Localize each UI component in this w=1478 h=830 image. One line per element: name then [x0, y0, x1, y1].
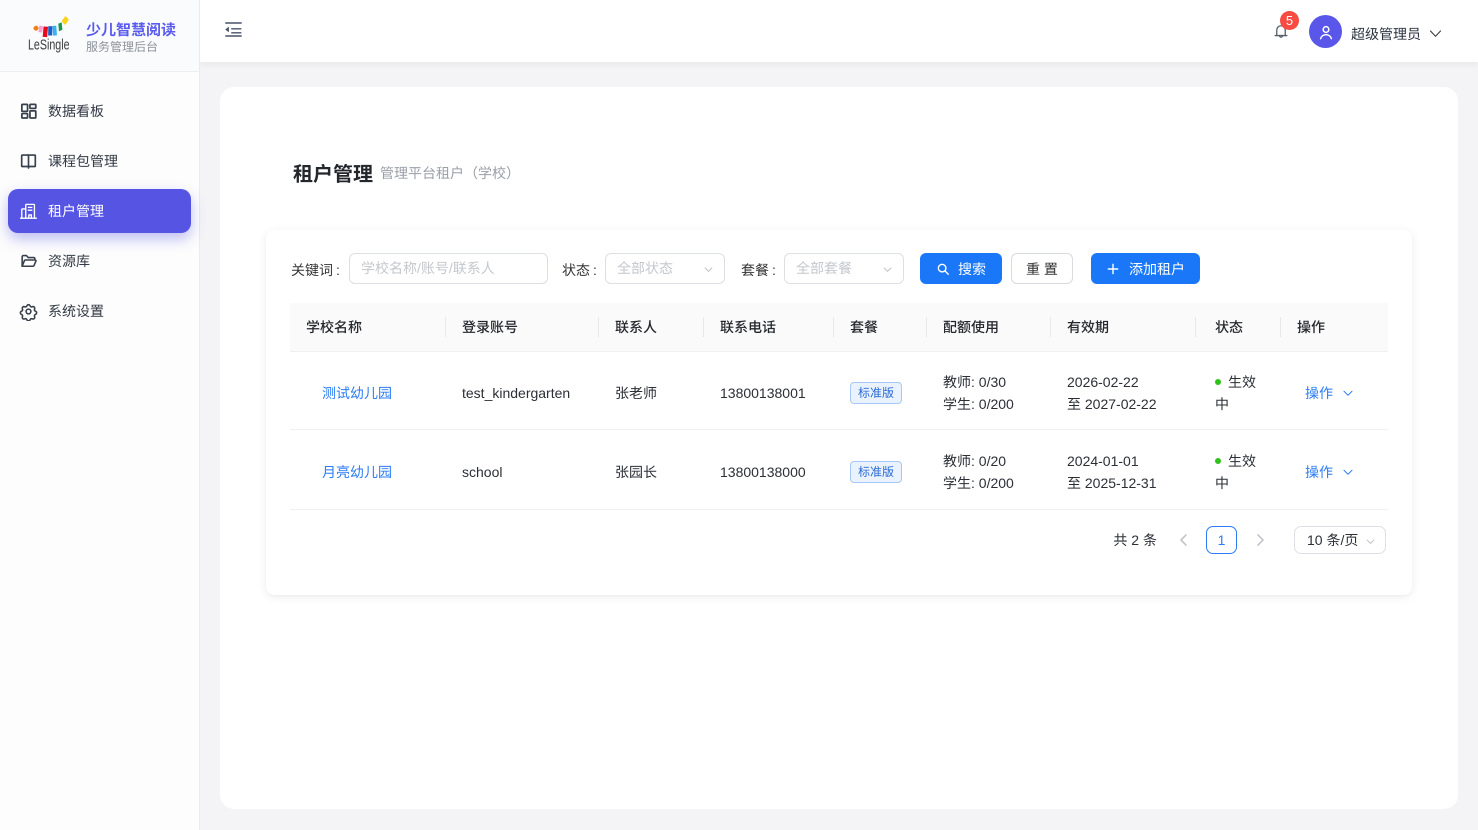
svg-text:LeSingle: LeSingle — [28, 38, 70, 54]
